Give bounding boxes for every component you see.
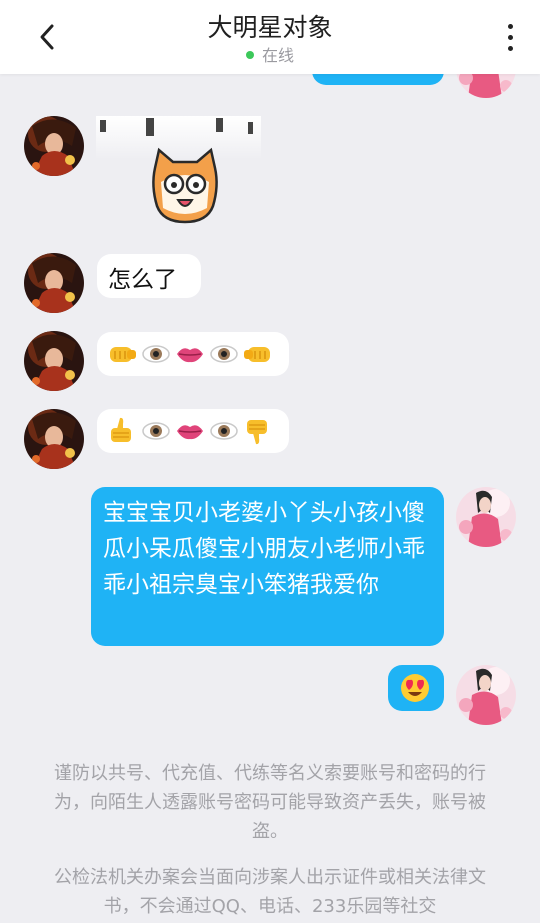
chat-header: 大明星对象 在线 [0,0,540,74]
my-avatar[interactable] [456,665,516,725]
emoji-sequence [110,417,268,445]
security-notice: 谨防以共号、代充值、代练等名义索要账号和密码的行为，向陌生人透露账号密码可能导致… [54,763,486,842]
contact-avatar[interactable] [24,409,84,469]
cartoon-face-sticker-icon [152,147,218,224]
security-notice: 公检法机关办案会当面向涉案人出示证件或相关法律文书，不会通过QQ、电话、233乐… [54,867,486,917]
sticker-message[interactable] [96,116,261,230]
thumbs-up-emoji [110,417,132,443]
eye-emoji [210,345,238,363]
status-label: 在线 [261,46,294,65]
message-bubble[interactable]: 怎么了 [97,254,201,298]
message-bubble[interactable]: 宝宝宝贝小老婆小丫头小孩小傻瓜小呆瓜傻宝小朋友小老师小乖乖小祖宗臭宝小笨猪我爱你 [91,487,444,646]
message-text: 怎么了 [108,267,177,293]
fist-left-emoji [243,346,271,363]
message-bubble[interactable] [97,332,289,376]
online-status: 在线 [0,42,540,66]
contact-avatar[interactable] [24,331,84,391]
eye-emoji [142,345,170,363]
message-bubble[interactable] [388,665,444,711]
emoji-sequence [109,345,271,363]
eye-emoji [210,422,238,440]
eye-emoji [142,422,170,440]
heart-eyes-emoji [401,674,429,702]
message-text: 宝宝宝贝小老婆小丫头小孩小傻瓜小呆瓜傻宝小朋友小老师小乖乖小祖宗臭宝小笨猪我爱你 [103,500,425,598]
fist-right-emoji [109,346,137,363]
more-vertical-icon[interactable] [506,24,514,52]
lips-emoji [176,424,204,440]
contact-avatar[interactable] [24,116,84,176]
contact-avatar[interactable] [24,253,84,313]
lips-emoji [176,347,204,363]
thumbs-down-emoji [246,419,268,445]
message-bubble[interactable] [97,409,289,453]
online-dot-icon [245,51,254,59]
chat-title: 大明星对象 [207,13,333,42]
my-avatar[interactable] [456,487,516,547]
